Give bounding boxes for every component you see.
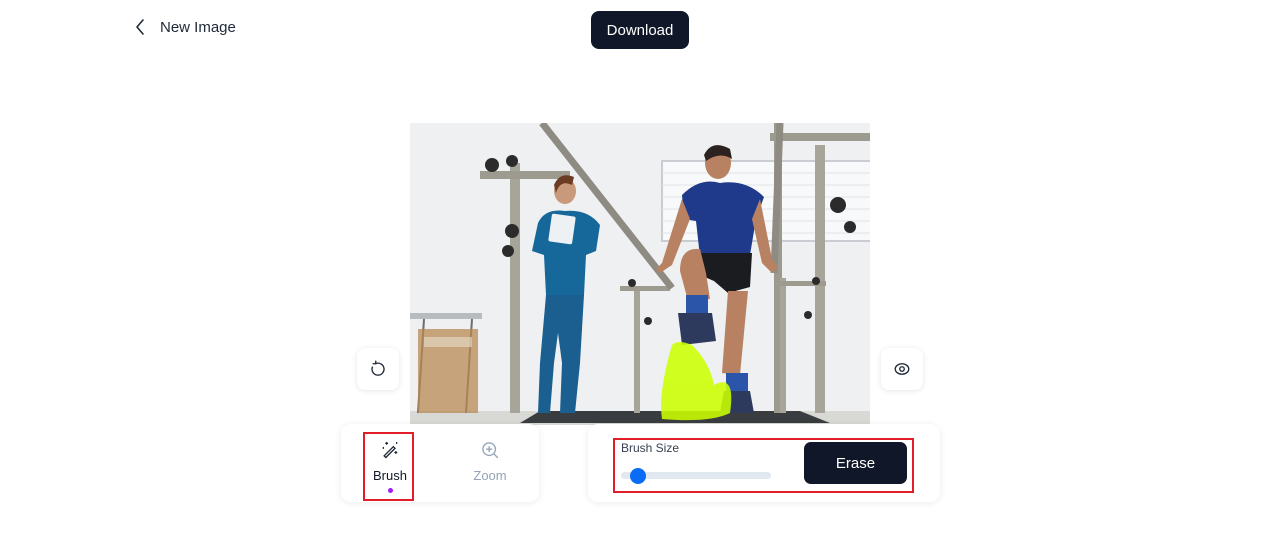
chevron-left-icon <box>136 19 144 35</box>
active-indicator <box>387 488 393 493</box>
erase-button[interactable]: Erase <box>804 442 907 484</box>
zoom-in-icon <box>482 442 499 459</box>
preview-button[interactable] <box>881 348 923 390</box>
tool-brush[interactable]: Brush <box>365 432 415 502</box>
tool-zoom-label: Zoom <box>473 468 507 483</box>
back-label: New Image <box>160 18 236 36</box>
image-canvas[interactable] <box>410 123 870 425</box>
magic-wand-icon <box>382 441 398 459</box>
download-button[interactable]: Download <box>591 11 689 49</box>
undo-button[interactable] <box>357 348 399 390</box>
tools-panel: Brush Zoom <box>341 424 539 502</box>
brush-size-slider[interactable] <box>621 467 771 484</box>
back-link[interactable]: New Image <box>134 18 236 36</box>
tool-brush-label: Brush <box>373 468 407 483</box>
brush-size-label: Brush Size <box>621 441 680 455</box>
photo <box>410 123 870 425</box>
rotate-ccw-icon <box>371 360 385 376</box>
eye-icon <box>894 363 910 375</box>
slider-thumb[interactable] <box>629 467 646 484</box>
tool-zoom[interactable]: Zoom <box>465 432 515 502</box>
